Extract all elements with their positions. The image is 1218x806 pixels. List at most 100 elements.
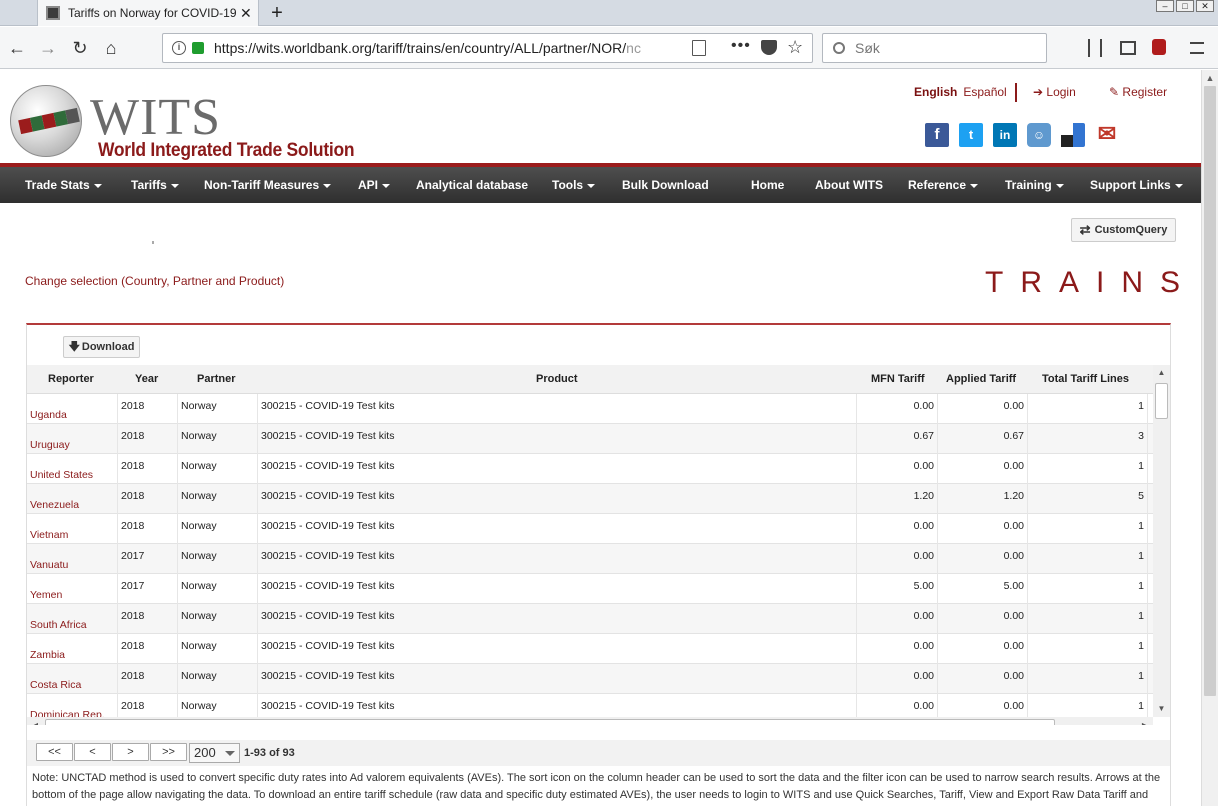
- site-favicon-icon: [46, 6, 60, 20]
- scroll-left-icon[interactable]: ◀: [27, 717, 43, 725]
- column-header-reporter[interactable]: Reporter: [48, 365, 94, 394]
- url-text[interactable]: https://wits.worldbank.org/tariff/trains…: [214, 40, 660, 56]
- pager-prev-button[interactable]: <: [74, 743, 111, 761]
- pocket-icon[interactable]: [761, 40, 777, 55]
- download-button[interactable]: 🡇 Download: [63, 336, 140, 358]
- cell-reporter[interactable]: Uganda: [27, 394, 118, 424]
- column-header-mfn-tariff[interactable]: MFN Tariff: [871, 365, 925, 394]
- back-icon[interactable]: ←: [5, 36, 29, 60]
- column-header-year[interactable]: Year: [135, 365, 158, 394]
- scroll-right-icon[interactable]: ▶: [1137, 717, 1153, 725]
- column-header-product[interactable]: Product: [536, 365, 578, 394]
- table-row[interactable]: Uruguay 2018 Norway 300215 - COVID-19 Test …: [27, 424, 1153, 454]
- column-header-applied-tariff[interactable]: Applied Tariff: [946, 365, 1016, 394]
- menu-non-tariff-measures[interactable]: Non-Tariff Measures: [204, 167, 332, 203]
- close-tab-icon[interactable]: ✕: [240, 5, 252, 22]
- pager-first-button[interactable]: <<: [36, 743, 73, 761]
- logo-subtitle[interactable]: World Integrated Trade Solution: [98, 140, 355, 162]
- cell-total-tariff-lines: 1: [1028, 634, 1148, 664]
- register-link[interactable]: ✎ Register: [1109, 85, 1167, 99]
- lang-english-link[interactable]: English: [914, 85, 957, 99]
- table-row[interactable]: Costa Rica 2018 Norway 300215 - COVID-19 Te…: [27, 664, 1153, 694]
- ublock-icon[interactable]: [1152, 39, 1166, 55]
- pager-next-button[interactable]: >: [112, 743, 149, 761]
- cell-reporter[interactable]: Zambia: [27, 634, 118, 664]
- cell-reporter[interactable]: Venezuela: [27, 484, 118, 514]
- cell-reporter[interactable]: United States: [27, 454, 118, 484]
- table-row[interactable]: Vietnam 2018 Norway 300215 - COVID-19 Test …: [27, 514, 1153, 544]
- custom-query-button[interactable]: ⇄ CustomQuery: [1071, 218, 1176, 242]
- pager-last-button[interactable]: >>: [150, 743, 187, 761]
- browser-search-box[interactable]: Søk: [822, 33, 1047, 63]
- menu-api[interactable]: API: [358, 167, 391, 203]
- table-row[interactable]: Yemen 2017 Norway 300215 - COVID-19 Test ki…: [27, 574, 1153, 604]
- site-info-icon[interactable]: i: [172, 41, 186, 55]
- cell-reporter[interactable]: Yemen: [27, 574, 118, 604]
- change-selection-link[interactable]: Change selection (Country, Partner and P…: [25, 274, 284, 288]
- window-close-icon[interactable]: ✕: [1196, 0, 1214, 12]
- bookmark-star-icon[interactable]: ☆: [787, 37, 803, 58]
- column-header-partner[interactable]: Partner: [197, 365, 236, 394]
- grid-scroll-thumb[interactable]: [1155, 383, 1168, 419]
- menu-tariffs[interactable]: Tariffs: [131, 167, 179, 203]
- table-row[interactable]: Dominican Rep. 2018 Norway 300215 - COVID-1…: [27, 694, 1153, 717]
- cell-reporter[interactable]: Vietnam: [27, 514, 118, 544]
- linkedin-icon[interactable]: in: [993, 123, 1017, 147]
- cell-reporter[interactable]: South Africa: [27, 604, 118, 634]
- cell-reporter[interactable]: Costa Rica: [27, 664, 118, 694]
- grid-vertical-scrollbar[interactable]: ▲ ▼: [1153, 365, 1170, 717]
- cell-partner: Norway: [178, 664, 258, 694]
- cell-reporter[interactable]: Vanuatu: [27, 544, 118, 574]
- reload-icon[interactable]: ↻: [68, 36, 92, 60]
- reader-view-icon[interactable]: [692, 40, 706, 56]
- logo-title[interactable]: WITS: [90, 92, 221, 144]
- grid-horizontal-scrollbar[interactable]: ◀ ▶: [27, 717, 1153, 725]
- library-icon[interactable]: [1088, 39, 1102, 57]
- reddit-icon[interactable]: ☺: [1027, 123, 1051, 147]
- lang-spanish-link[interactable]: Español: [963, 85, 1006, 99]
- menu-reference[interactable]: Reference: [908, 167, 979, 203]
- menu-hamburger-icon[interactable]: [1190, 42, 1204, 54]
- table-row[interactable]: United States 2018 Norway 300215 - COVID-19…: [27, 454, 1153, 484]
- address-bar[interactable]: i https://wits.worldbank.org/tariff/trai…: [162, 33, 813, 63]
- login-link[interactable]: ➔ Login: [1033, 85, 1076, 99]
- home-icon[interactable]: ⌂: [99, 36, 123, 60]
- table-row[interactable]: South Africa 2018 Norway 300215 - COVID-19 …: [27, 604, 1153, 634]
- menu-bulk-download[interactable]: Bulk Download: [622, 167, 709, 203]
- menu-analytical-database[interactable]: Analytical database: [416, 167, 528, 203]
- menu-tools[interactable]: Tools: [552, 167, 596, 203]
- page-scroll-thumb[interactable]: [1204, 86, 1216, 696]
- cell-product: 300215 - COVID-19 Test kits: [258, 454, 857, 484]
- facebook-icon[interactable]: f: [925, 123, 949, 147]
- table-row[interactable]: Vanuatu 2017 Norway 300215 - COVID-19 Test …: [27, 544, 1153, 574]
- wits-globe-logo-icon[interactable]: [10, 85, 82, 157]
- page-vertical-scrollbar[interactable]: ▲: [1201, 70, 1218, 806]
- grid-pager: << < > >> 200 1-93 of 93: [27, 740, 1170, 766]
- menu-support-links[interactable]: Support Links: [1090, 167, 1183, 203]
- scroll-down-icon[interactable]: ▼: [1153, 701, 1170, 717]
- table-row[interactable]: Zambia 2018 Norway 300215 - COVID-19 Test k…: [27, 634, 1153, 664]
- column-header-total-tariff-lines[interactable]: Total Tariff Lines: [1042, 365, 1129, 394]
- forward-icon[interactable]: →: [36, 36, 60, 60]
- maximize-icon[interactable]: □: [1176, 0, 1194, 12]
- browser-tab[interactable]: Tariffs on Norway for COVID-19 ✕: [37, 0, 259, 26]
- email-icon[interactable]: ✉: [1095, 123, 1119, 147]
- sidebar-icon[interactable]: [1120, 41, 1136, 55]
- menu-home[interactable]: Home: [751, 167, 784, 203]
- page-size-select[interactable]: 200: [189, 743, 240, 763]
- menu-about-wits[interactable]: About WITS: [815, 167, 883, 203]
- table-row[interactable]: Venezuela 2018 Norway 300215 - COVID-19 Tes…: [27, 484, 1153, 514]
- menu-trade-stats[interactable]: Trade Stats: [25, 167, 102, 203]
- cell-reporter[interactable]: Dominican Rep.: [27, 694, 118, 717]
- menu-training[interactable]: Training: [1005, 167, 1064, 203]
- page-actions-icon[interactable]: •••: [731, 37, 751, 55]
- delicious-icon[interactable]: [1061, 123, 1085, 147]
- new-tab-icon[interactable]: +: [266, 0, 288, 26]
- minimize-icon[interactable]: –: [1156, 0, 1174, 12]
- cell-reporter[interactable]: Uruguay: [27, 424, 118, 454]
- table-row[interactable]: Uganda 2018 Norway 300215 - COVID-19 Test k…: [27, 394, 1153, 424]
- scroll-up-icon[interactable]: ▲: [1153, 365, 1170, 381]
- page-scroll-up-icon[interactable]: ▲: [1202, 70, 1218, 86]
- twitter-icon[interactable]: t: [959, 123, 983, 147]
- grid-hscroll-thumb[interactable]: [45, 719, 1055, 725]
